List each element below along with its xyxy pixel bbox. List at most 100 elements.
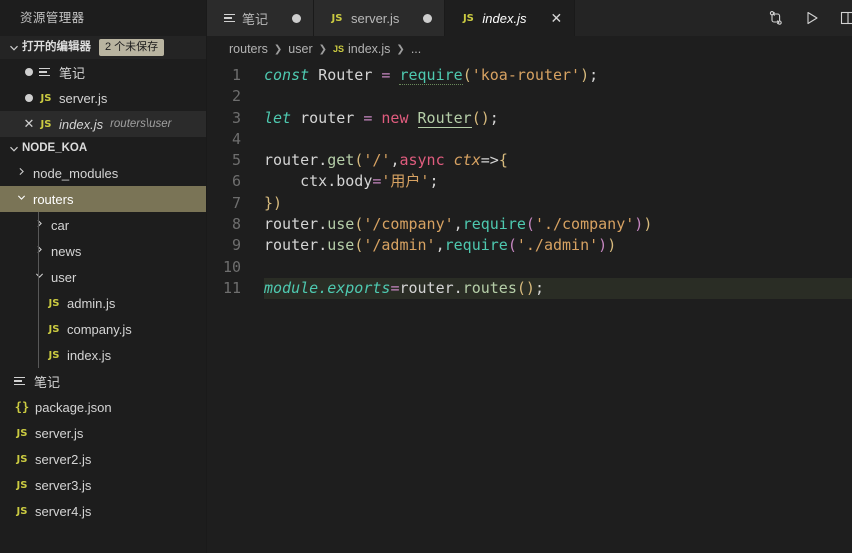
chevron-right-icon: ❯ [396, 43, 405, 55]
code-line[interactable] [264, 129, 852, 150]
close-icon[interactable]: ✕ [22, 116, 36, 132]
code-token: . [318, 236, 328, 255]
code-token: } [264, 193, 274, 212]
line-number: 9 [231, 236, 241, 255]
code-token: routes [462, 278, 517, 297]
line-number: 8 [231, 215, 241, 234]
js-icon: JS [48, 349, 60, 361]
code-token: new [381, 108, 409, 127]
js-icon: JS [16, 505, 28, 517]
code-content[interactable]: const Router = require('koa-router'); le… [255, 62, 852, 553]
tree-item-label: user [51, 269, 77, 285]
line-number-gutter: 1 2 3 4 5 6 7 8 9 10 11 [207, 62, 255, 553]
open-editor-item-indexjs[interactable]: ✕ JS index.js routers\user [0, 111, 206, 137]
open-editor-item-notes[interactable]: 笔记 [0, 59, 206, 85]
code-token: . [318, 278, 328, 297]
code-line[interactable]: router.use('/company',require('./company… [264, 214, 852, 235]
tree-item-indexjs[interactable]: JS index.js [0, 342, 206, 368]
code-token: ( [354, 215, 364, 234]
code-token: ) [273, 193, 283, 212]
chevron-right-icon [12, 167, 30, 179]
vscode-window: 资源管理器 打开的编辑器 2 个未保存 笔记 JS server.js ✕ JS [0, 0, 852, 553]
editor-tab-bar: 笔记 JS server.js JS index.js ✕ [207, 0, 852, 36]
code-token: 'koa-router' [471, 66, 581, 84]
tab-serverjs[interactable]: JS server.js [314, 0, 446, 36]
code-token: { [498, 151, 508, 170]
chevron-down-icon [6, 43, 22, 53]
tab-notes[interactable]: 笔记 [207, 0, 315, 36]
code-token: router [300, 108, 355, 127]
open-editors-section-header[interactable]: 打开的编辑器 2 个未保存 [0, 36, 206, 59]
tree-item-adminjs[interactable]: JS admin.js [0, 290, 206, 316]
code-token: use [327, 236, 355, 255]
tree-item-node_modules[interactable]: node_modules [0, 160, 206, 186]
code-line[interactable]: ctx.body='用户'; [264, 171, 852, 192]
unsaved-count-badge: 2 个未保存 [99, 39, 165, 56]
chevron-down-icon [30, 271, 48, 283]
dirty-dot-icon[interactable] [22, 94, 36, 102]
code-line[interactable] [264, 86, 852, 107]
dirty-dot-icon[interactable] [22, 68, 36, 76]
code-token: ctx [453, 151, 481, 170]
code-token: . [453, 278, 463, 297]
code-editor[interactable]: 1 2 3 4 5 6 7 8 9 10 11 const Router = require('ko… [207, 62, 852, 553]
compare-changes-icon[interactable] [766, 8, 786, 28]
code-line[interactable]: module.exports=router.routes(); [264, 277, 852, 300]
tree-item-serverjs[interactable]: JS server.js [0, 420, 206, 446]
tree-item-server3js[interactable]: JS server3.js [0, 472, 206, 498]
chevron-right-icon [30, 245, 48, 257]
code-line[interactable]: router.use('/admin',require('./admin')) [264, 235, 852, 256]
editor-actions [760, 0, 852, 36]
breadcrumb-item-user[interactable]: user [288, 42, 312, 56]
tree-item-label: 笔记 [34, 374, 61, 390]
indent-guide [38, 342, 39, 368]
close-icon[interactable]: ✕ [551, 11, 563, 25]
code-line[interactable]: router.get('/',async ctx=>{ [264, 150, 852, 171]
code-token: async [399, 151, 445, 170]
tree-item-user[interactable]: user [0, 264, 206, 290]
tree-item-label: index.js [67, 347, 112, 363]
indent-guide [38, 316, 39, 342]
code-token: ) [580, 66, 590, 84]
tree-item-server4js[interactable]: JS server4.js [0, 498, 206, 524]
explorer-title: 资源管理器 [0, 0, 206, 36]
tree-item-label: server4.js [35, 503, 92, 519]
code-line[interactable]: const Router = require('koa-router'); [264, 65, 852, 86]
tree-item-server2js[interactable]: JS server2.js [0, 446, 206, 472]
tree-item-label: company.js [67, 321, 132, 337]
code-token: module [264, 278, 319, 297]
tree-item-companyjs[interactable]: JS company.js [0, 316, 206, 342]
json-icon: {} [14, 400, 30, 414]
tree-item-news[interactable]: news [0, 238, 206, 264]
breadcrumb-item-indexjs[interactable]: index.js [348, 42, 390, 56]
indent-guide [38, 238, 39, 264]
breadcrumb-item-symbols[interactable]: ... [411, 42, 421, 56]
line-number: 7 [231, 193, 241, 212]
code-token: ctx [300, 172, 328, 191]
tree-item-label: server.js [35, 425, 84, 441]
tree-item-packagejson[interactable]: {} package.json [0, 394, 206, 420]
project-section-header[interactable]: NODE_KOA [0, 137, 206, 160]
code-line[interactable]: let router = new Router(); [264, 108, 852, 129]
js-icon: JS [462, 12, 474, 24]
js-icon: JS [16, 453, 28, 465]
tab-label: index.js [482, 10, 527, 26]
code-token: , [453, 215, 463, 234]
breadcrumb-item-routers[interactable]: routers [229, 42, 268, 56]
open-editor-item-serverjs[interactable]: JS server.js [0, 85, 206, 111]
dirty-dot-icon[interactable] [292, 13, 302, 23]
line-number: 6 [231, 172, 241, 191]
tab-indexjs[interactable]: JS index.js ✕ [445, 0, 576, 36]
indent-guide [38, 212, 39, 238]
tree-item-notes[interactable]: 笔记 [0, 368, 206, 394]
code-line[interactable] [264, 257, 852, 278]
tree-item-car[interactable]: car [0, 212, 206, 238]
dirty-dot-icon[interactable] [423, 13, 433, 23]
notes-icon [36, 67, 56, 77]
code-line[interactable]: }) [264, 193, 852, 214]
run-play-icon[interactable] [802, 8, 822, 28]
split-editor-icon[interactable] [838, 8, 852, 28]
tree-item-routers[interactable]: routers [0, 186, 206, 212]
code-token: , [435, 236, 445, 255]
